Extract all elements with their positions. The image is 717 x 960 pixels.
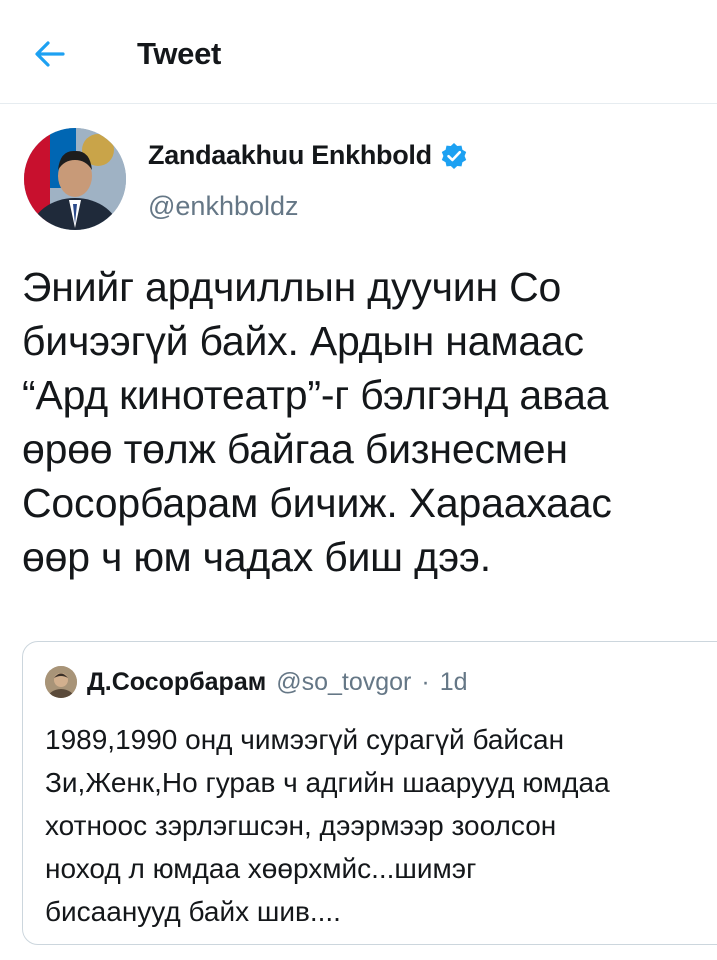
author-name[interactable]: Zandaakhuu Enkhbold <box>148 140 432 171</box>
quoted-author-handle[interactable]: @so_tovgor <box>276 668 411 697</box>
verified-badge-icon <box>441 142 467 169</box>
quoted-avatar[interactable] <box>45 666 77 698</box>
quoted-timestamp: 1d <box>439 667 468 696</box>
top-bar: Tweet <box>0 0 717 104</box>
quoted-tweet-text: 1989,1990 онд чимээгүй сурагүй байсан Зи… <box>45 724 610 927</box>
page-title: Tweet <box>137 36 222 71</box>
quoted-author-name[interactable]: Д.Сосорбарам <box>87 668 266 697</box>
tweet-author[interactable]: Zandaakhuu Enkhbold @enkhboldz <box>148 140 468 222</box>
back-button[interactable] <box>30 36 70 72</box>
quoted-tweet[interactable]: Д.Сосорбарам @so_tovgor · 1d 1989,1990 о… <box>22 641 717 945</box>
quoted-tweet-header: Д.Сосорбарам @so_tovgor · 1d <box>45 666 468 698</box>
avatar[interactable] <box>24 128 126 230</box>
arrow-left-icon <box>35 41 65 67</box>
tweet-text: Энийг ардчиллын дуучин Со бичээгүй байх.… <box>22 264 612 580</box>
author-handle[interactable]: @enkhboldz <box>148 191 468 222</box>
meta-separator: · <box>421 667 430 696</box>
